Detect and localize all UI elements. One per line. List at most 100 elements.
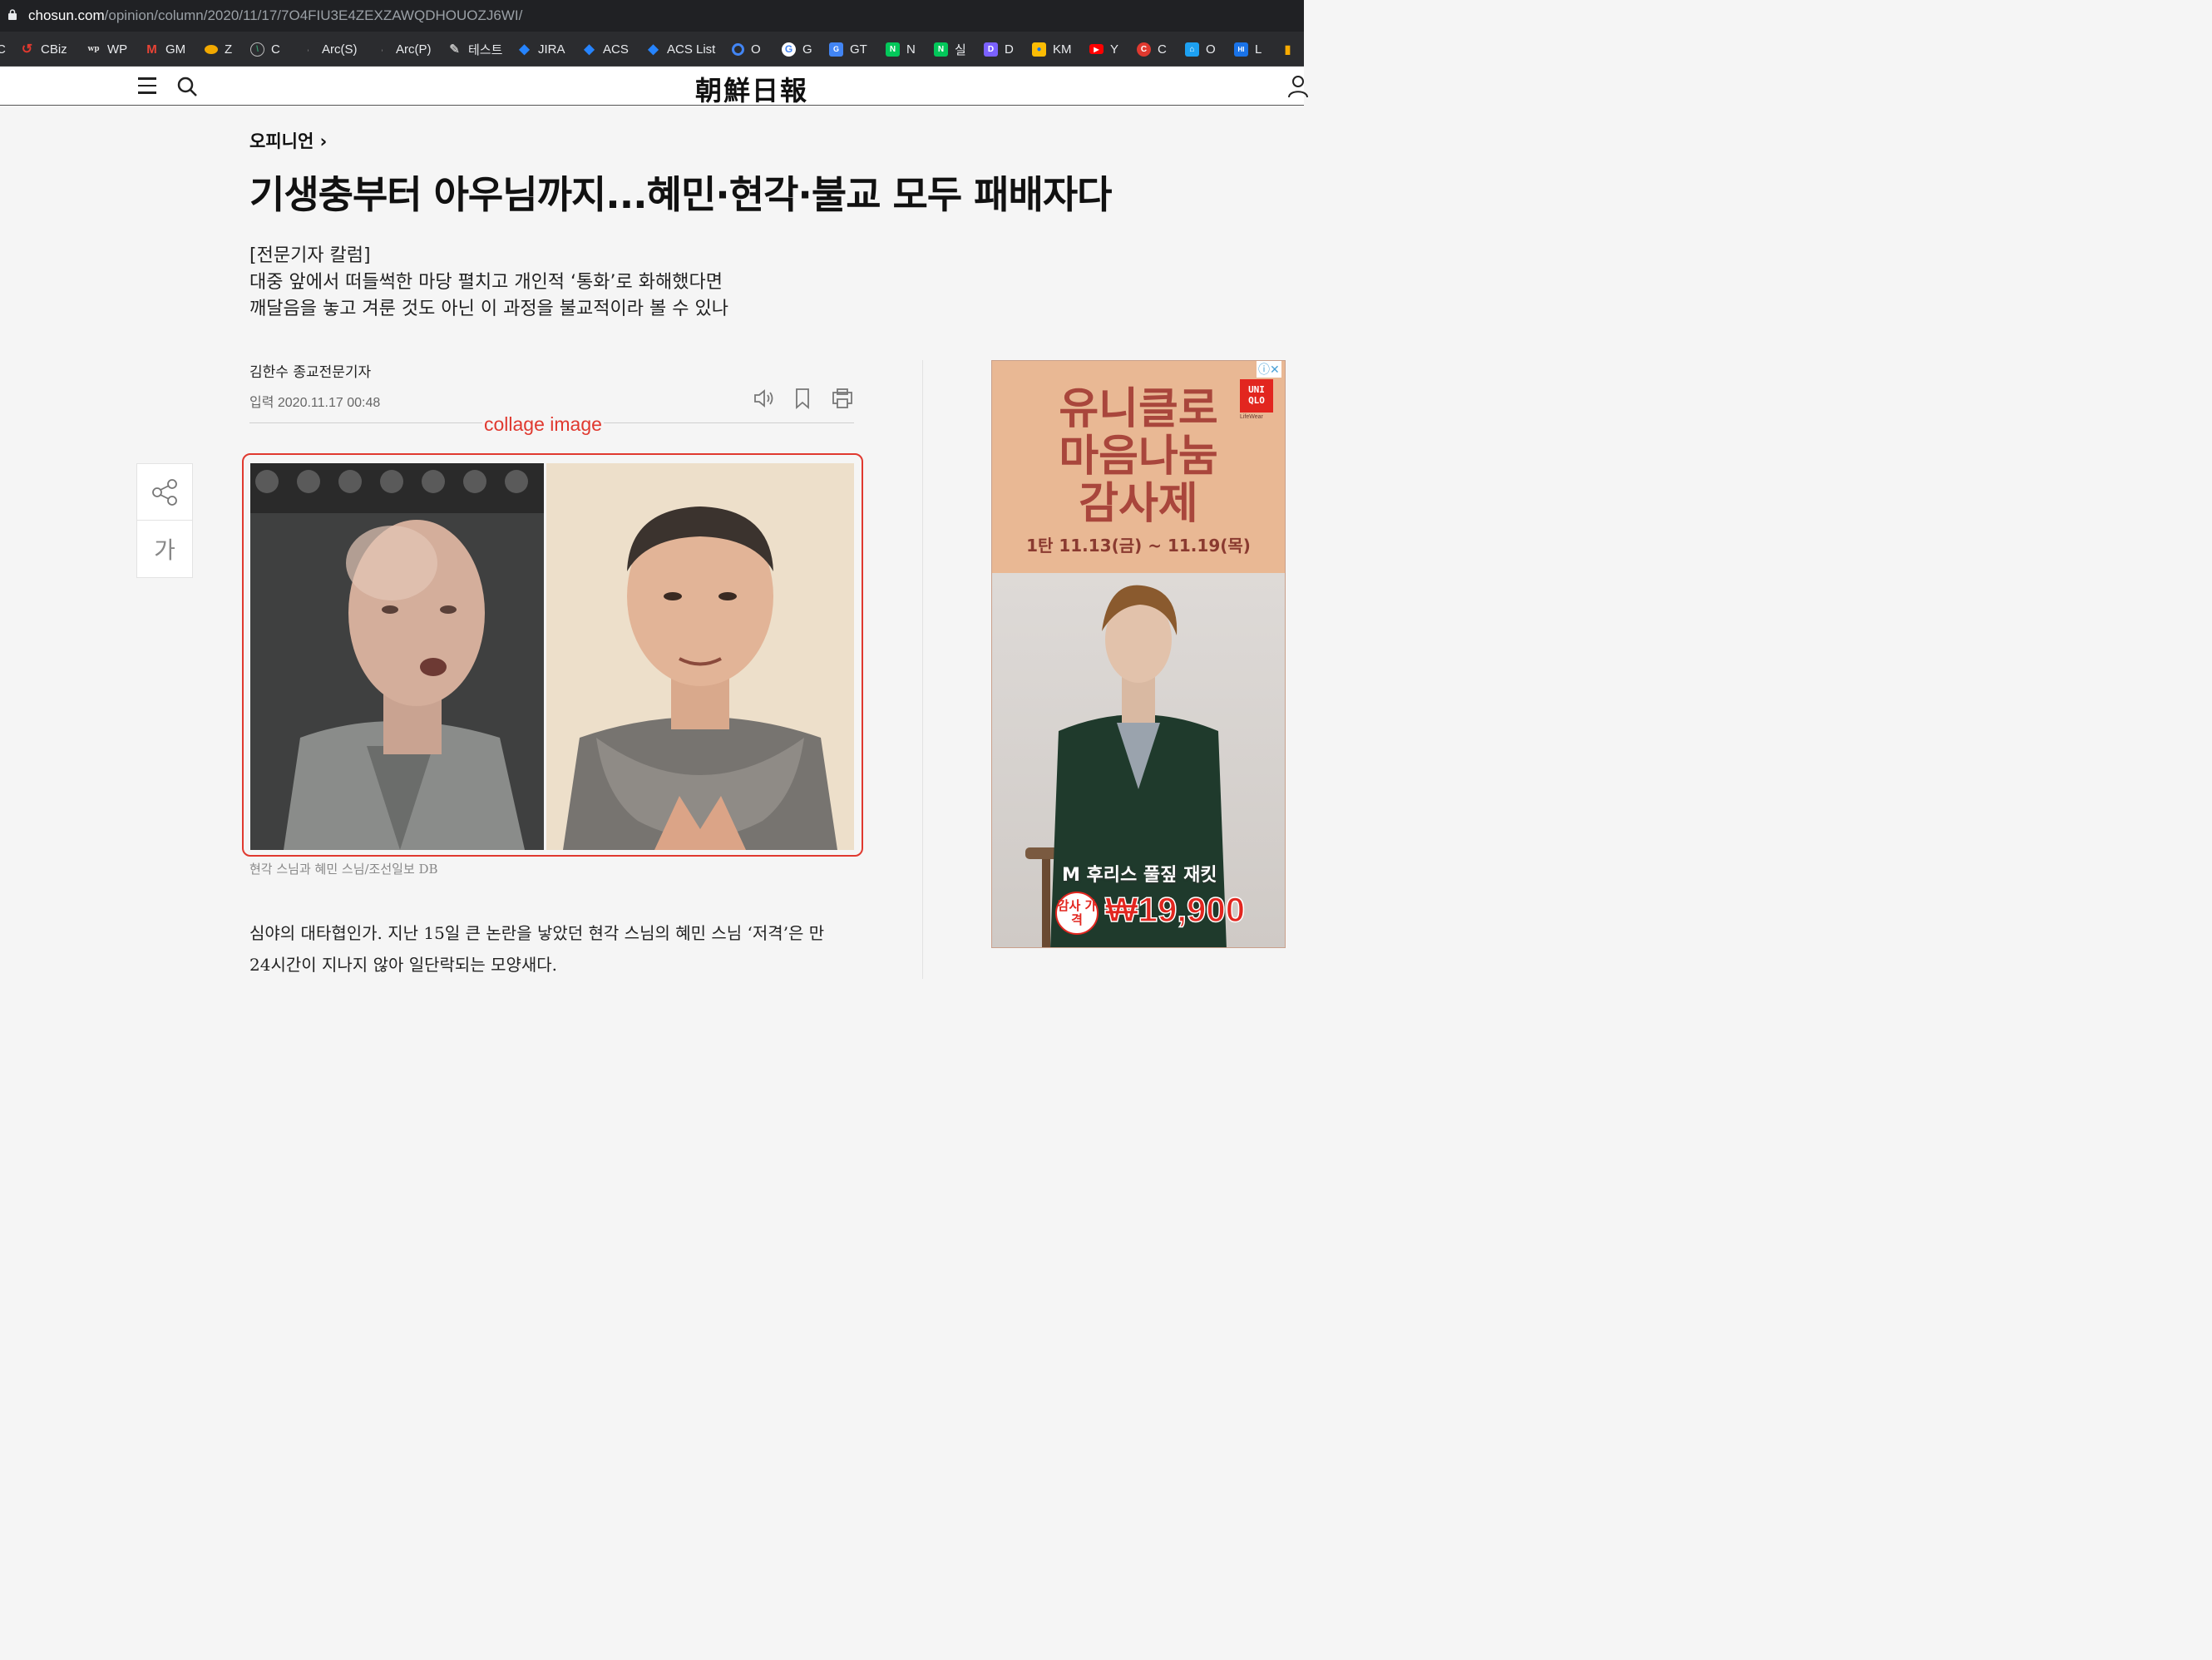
bookmark-item[interactable]: M GM <box>145 39 185 59</box>
portrait-illustration <box>546 463 854 850</box>
bookmark-item[interactable]: ↺ CBiz <box>20 39 67 59</box>
google-translate-icon: G <box>829 42 843 57</box>
circle-o-icon <box>732 42 744 56</box>
naver-icon: N <box>934 42 948 57</box>
article-headline: 기생충부터 아우님까지...혜민·현각·불교 모두 패배자다 <box>249 172 1112 217</box>
uniqlo-ad-banner[interactable]: 유니클로 마음나눔 감사제 1탄 11.13(금) ~ 11.19(목) UNI… <box>991 360 1286 948</box>
gmail-icon: M <box>146 42 157 57</box>
jira-icon: ◆ <box>584 42 595 57</box>
side-toolbar: 가 <box>136 463 193 578</box>
bookmark-label: O <box>751 42 761 57</box>
uniqlo-logo: UNI QLO <box>1240 379 1273 413</box>
site-header: 朝鮮日報 <box>0 67 1308 108</box>
photo-hyeongak[interactable] <box>250 463 544 850</box>
bookmark-item[interactable]: G GT <box>829 39 867 59</box>
article-body: 심야의 대타협인가. 지난 15일 큰 논란을 낳았던 현각 스님의 혜민 스님… <box>249 917 857 981</box>
ad-title-line: 감사제 <box>1079 479 1198 529</box>
column-divider <box>922 360 923 979</box>
arc-icon: ˒ <box>380 44 384 54</box>
arc-icon: ˒ <box>306 44 310 54</box>
bookmark-label: GT <box>850 42 867 57</box>
map-pin-icon: ● <box>1032 42 1046 57</box>
ad-date: 1탄 11.13(금) ~ 11.19(목) <box>1026 536 1251 556</box>
bookmark-item[interactable]: Z <box>205 39 232 59</box>
bookmark-item[interactable]: O <box>732 39 761 59</box>
bookmark-item[interactable]: ▶ Y <box>1089 39 1118 59</box>
bookmark-label: CBiz <box>41 42 67 57</box>
naver-icon: N <box>886 42 900 57</box>
bookmark-label: Arc(P) <box>396 42 432 57</box>
bookmark-item[interactable]: wp WP <box>86 39 127 59</box>
pencil-icon: ✎ <box>449 42 460 57</box>
bookmark-item[interactable]: ◆ ACS <box>582 39 629 59</box>
chevron-right-icon: › <box>319 131 328 151</box>
bookmark-item[interactable]: ✎ 테스트 <box>447 39 502 59</box>
youtube-icon: ▶ <box>1089 44 1104 54</box>
share-icon <box>152 479 177 506</box>
bookmark-item[interactable]: ⌂ O <box>1185 39 1216 59</box>
bookmark-label: N <box>906 42 916 57</box>
menu-icon[interactable] <box>138 77 156 94</box>
user-icon[interactable] <box>1287 75 1309 98</box>
bookmark-item[interactable]: ◆ ACS List <box>646 39 715 59</box>
body-line: 24시간이 지나지 않아 일단락되는 모양새다. <box>249 955 558 975</box>
wp-icon: wp <box>87 45 100 53</box>
browser-url-bar[interactable]: chosun.com/opinion/column/2020/11/17/7O4… <box>0 0 1304 32</box>
bookmark-label: L <box>1255 42 1262 57</box>
bookmark-item[interactable]: \ C <box>250 39 280 59</box>
bookmark-icon[interactable] <box>791 387 814 410</box>
subhead-line: 깨달음을 놓고 겨룬 것도 아닌 이 과정을 불교적이라 볼 수 있나 <box>249 299 728 319</box>
print-icon[interactable] <box>831 387 854 410</box>
url-path: /opinion/column/2020/11/17/7O4FIU3E4ZEXZ… <box>104 7 523 23</box>
bookmark-item[interactable]: DD <box>984 39 1014 59</box>
bookmark-item[interactable]: CC <box>1137 39 1167 59</box>
ad-logo-sub: LifeWear <box>1240 414 1263 420</box>
bookmark-label: D <box>1005 42 1014 57</box>
bookmark-item[interactable]: NN <box>886 39 916 59</box>
circle-c-icon: \ <box>250 42 264 57</box>
section-label: 오피니언 <box>249 131 314 151</box>
ad-top-panel: 유니클로 마음나눔 감사제 1탄 11.13(금) ~ 11.19(목) UNI… <box>992 361 1285 573</box>
url-host: chosun.com <box>28 7 105 23</box>
bookmark-label: Arc(S) <box>322 42 358 57</box>
bookmark-label: 테스트 <box>468 42 503 57</box>
jira-icon: ◆ <box>519 42 530 57</box>
bookmark-label: GM <box>165 42 186 57</box>
speaker-icon[interactable] <box>752 387 775 410</box>
bookmark-item[interactable]: HI L <box>1234 39 1262 59</box>
ad-price-badge: 감사 가격 <box>1055 892 1099 935</box>
analytics-icon: ▮ <box>1284 42 1291 56</box>
section-breadcrumb[interactable]: 오피니언 › <box>249 128 327 153</box>
byline[interactable]: 김한수 종교전문기자 <box>249 360 371 381</box>
bookmark-item[interactable]: GG <box>782 39 812 59</box>
search-icon[interactable] <box>176 76 198 97</box>
bookmark-label: O <box>1206 42 1216 57</box>
bookmark-item[interactable]: ● KM <box>1032 39 1072 59</box>
ad-price: ₩19,900 <box>1104 889 1246 930</box>
o-icon: ⌂ <box>1185 42 1199 57</box>
bookmark-label: WP <box>107 42 128 57</box>
ad-close-icon[interactable]: ⓘ✕ <box>1257 361 1281 378</box>
font-size-button[interactable]: 가 <box>137 521 192 577</box>
bookmark-label: Y <box>1110 42 1119 57</box>
bookmark-item[interactable]: ◆ JIRA <box>517 39 565 59</box>
bookmark-item[interactable]: ˒ Arc(S) <box>301 39 358 59</box>
photo-caption: 현각 스님과 혜민 스님/조선일보 DB <box>249 862 438 877</box>
bookmark-item[interactable]: C <box>0 39 6 59</box>
bookmark-label: G <box>802 42 812 57</box>
share-button[interactable] <box>137 464 192 521</box>
bookmark-item[interactable]: ▮ <box>1281 39 1295 59</box>
jira-icon: ◆ <box>648 42 659 57</box>
site-logo[interactable]: 朝鮮日報 <box>695 70 808 108</box>
bookmark-item[interactable]: ˒ Arc(P) <box>375 39 432 59</box>
photo-haemin[interactable] <box>546 463 854 850</box>
bookmark-label: Z <box>225 42 233 57</box>
bookmark-label: C <box>0 42 6 57</box>
url-text[interactable]: chosun.com/opinion/column/2020/11/17/7O4… <box>28 7 522 24</box>
c-icon: C <box>1137 42 1151 57</box>
annotation-label: collage image <box>482 413 604 436</box>
bookmark-item[interactable]: N실 <box>934 39 966 59</box>
body-line: 심야의 대타협인가. 지난 15일 큰 논란을 낳았던 현각 스님의 혜민 스님… <box>249 923 825 943</box>
zeplin-icon <box>205 44 218 54</box>
publish-date: 입력 2020.11.17 00:48 <box>249 396 381 410</box>
